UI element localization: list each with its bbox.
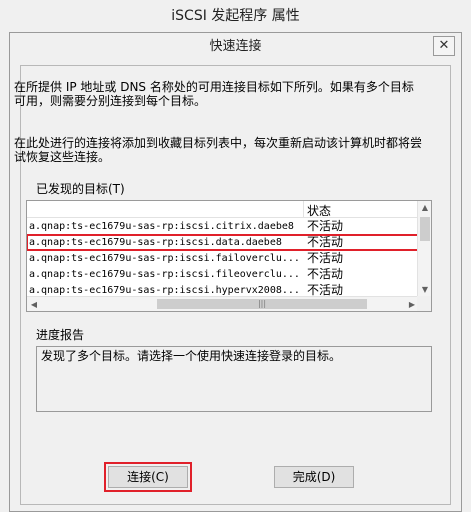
scrollbar-corner bbox=[417, 296, 431, 311]
close-icon: ✕ bbox=[438, 38, 450, 53]
description-favorite-targets: 在此处进行的连接将添加到收藏目标列表中，每次重新启动该计算机时都将尝试恢复这些连… bbox=[14, 136, 423, 164]
list-header: 状态 bbox=[27, 201, 419, 218]
window-title: iSCSI 发起程序 属性 bbox=[171, 8, 300, 24]
description-available-targets: 在所提供 IP 地址或 DNS 名称处的可用连接目标如下所列。如果有多个目标可用… bbox=[14, 80, 414, 108]
list-item-selected[interactable]: a.qnap:ts-ec1679u-sas-rp:iscsi.data.daeb… bbox=[27, 234, 420, 251]
target-status: 不活动 bbox=[307, 235, 344, 249]
iscsi-initiator-properties-window: iSCSI 发起程序 属性 快速连接 ✕ 在所提供 IP 地址或 DNS 名称处… bbox=[0, 0, 471, 512]
target-status: 不活动 bbox=[307, 267, 344, 281]
target-name: a.qnap:ts-ec1679u-sas-rp:iscsi.data.daeb… bbox=[29, 237, 282, 248]
done-button[interactable]: 完成(D) bbox=[274, 466, 354, 488]
column-header-target[interactable] bbox=[27, 201, 304, 218]
vertical-scroll-thumb[interactable] bbox=[420, 217, 430, 241]
list-item[interactable]: a.qnap:ts-ec1679u-sas-rp:iscsi.failoverc… bbox=[27, 251, 419, 266]
target-name: a.qnap:ts-ec1679u-sas-rp:iscsi.citrix.da… bbox=[29, 221, 294, 232]
list-item[interactable]: a.qnap:ts-ec1679u-sas-rp:iscsi.fileoverc… bbox=[27, 267, 419, 282]
scroll-up-icon[interactable]: ▲ bbox=[418, 201, 431, 215]
horizontal-scrollbar[interactable]: ◀ ||| ▶ bbox=[27, 296, 419, 311]
scroll-down-icon[interactable]: ▼ bbox=[418, 283, 431, 297]
discovered-targets-list[interactable]: 状态 a.qnap:ts-ec1679u-sas-rp:iscsi.citrix… bbox=[26, 200, 432, 312]
target-name: a.qnap:ts-ec1679u-sas-rp:iscsi.failoverc… bbox=[29, 253, 300, 264]
column-header-status[interactable]: 状态 bbox=[307, 202, 331, 219]
horizontal-scroll-thumb[interactable]: ||| bbox=[157, 299, 367, 309]
list-item[interactable]: a.qnap:ts-ec1679u-sas-rp:iscsi.citrix.da… bbox=[27, 219, 419, 234]
scroll-left-icon[interactable]: ◀ bbox=[27, 297, 41, 311]
target-status: 不活动 bbox=[307, 251, 344, 265]
connect-button[interactable]: 连接(C) bbox=[104, 462, 192, 492]
close-button[interactable]: ✕ bbox=[433, 36, 455, 56]
target-name: a.qnap:ts-ec1679u-sas-rp:iscsi.fileoverc… bbox=[29, 269, 300, 280]
discovered-targets-label: 已发现的目标(T) bbox=[36, 182, 125, 196]
dialog-title: 快速连接 bbox=[10, 33, 461, 61]
progress-report-text: 发现了多个目标。请选择一个使用快速连接登录的目标。 bbox=[36, 346, 432, 412]
progress-report-label: 进度报告 bbox=[36, 328, 85, 342]
target-status: 不活动 bbox=[307, 219, 344, 233]
vertical-scrollbar[interactable]: ▲ ▼ bbox=[417, 201, 431, 297]
